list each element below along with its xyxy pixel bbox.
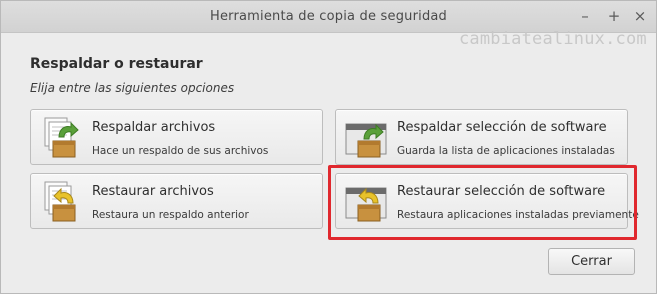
option-title: Restaurar archivos <box>92 184 214 199</box>
option-description: Hace un respaldo de sus archivos <box>92 145 269 157</box>
maximize-button[interactable]: + <box>604 6 624 26</box>
option-title: Respaldar archivos <box>92 120 216 135</box>
backup-files-icon <box>44 117 79 158</box>
option-description: Guarda la lista de aplicaciones instalad… <box>397 145 615 157</box>
backup-software-button[interactable]: Respaldar selección de software Guarda l… <box>335 109 628 165</box>
backup-tool-window: Herramienta de copia de seguridad – + × … <box>0 0 657 294</box>
close-button[interactable]: Cerrar <box>548 248 635 275</box>
option-title: Respaldar selección de software <box>397 120 607 135</box>
page-subtitle: Elija entre las siguientes opciones <box>30 81 235 95</box>
backup-files-button[interactable]: Respaldar archivos Hace un respaldo de s… <box>30 109 323 165</box>
option-description: Restaura un respaldo anterior <box>92 209 249 221</box>
minimize-button[interactable]: – <box>575 6 595 26</box>
window-title: Herramienta de copia de seguridad <box>209 9 448 24</box>
backup-software-icon <box>345 123 387 158</box>
watermark: cambiatealinux.com <box>459 29 647 49</box>
restore-files-icon <box>44 181 76 222</box>
close-window-button[interactable]: × <box>630 6 650 26</box>
restore-files-button[interactable]: Restaurar archivos Restaura un respaldo … <box>30 173 323 229</box>
page-title: Respaldar o restaurar <box>30 56 203 72</box>
highlight-box <box>328 165 637 240</box>
